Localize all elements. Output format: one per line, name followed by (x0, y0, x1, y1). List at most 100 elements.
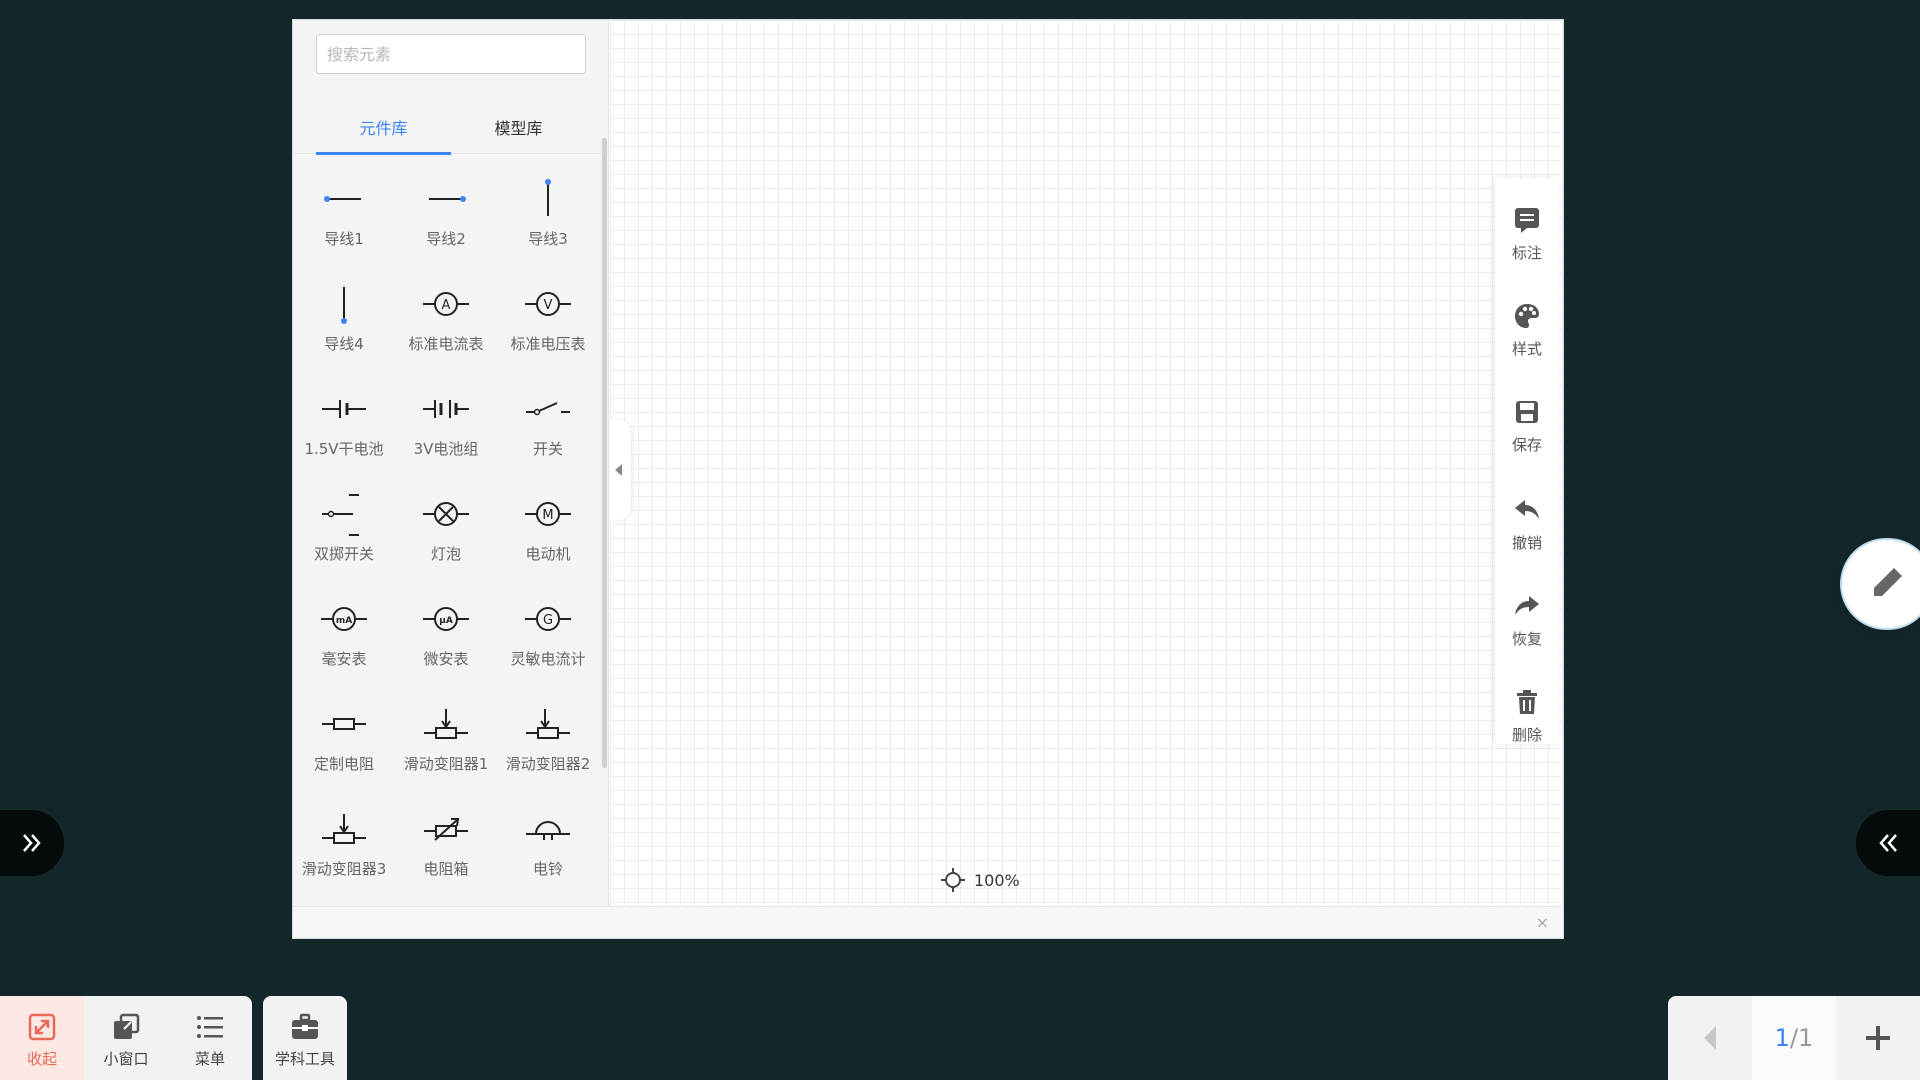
sidebar-collapse-toggle[interactable] (609, 420, 631, 520)
delete-label: 删除 (1511, 726, 1542, 744)
trash-icon (1517, 690, 1537, 714)
current-page: 1 (1774, 1024, 1790, 1052)
undo-label: 撤销 (1511, 534, 1542, 552)
component-rheostat-2[interactable]: 滑动变阻器2 (497, 685, 599, 785)
annotation-button[interactable]: 标注 (1495, 190, 1559, 270)
redo-button[interactable]: 恢复 (1495, 576, 1559, 656)
motor-icon: M (525, 502, 571, 526)
component-label: 电铃 (532, 860, 563, 878)
zoom-indicator[interactable]: 100% (940, 868, 1020, 892)
tab-model-library[interactable]: 模型库 (451, 104, 586, 154)
wire-right-dot-icon (429, 196, 466, 202)
plus-icon (1866, 1026, 1890, 1050)
rheostat-3-icon (322, 814, 366, 844)
drawing-canvas[interactable]: 100% (610, 20, 1563, 906)
pen-tool-button[interactable] (1842, 540, 1920, 628)
meter-symbol: G (543, 613, 553, 628)
component-label: 电动机 (525, 545, 571, 563)
meter-symbol: M (542, 508, 553, 523)
small-window-button[interactable]: 小窗口 (84, 996, 168, 1080)
meter-symbol: μA (439, 616, 453, 626)
component-wire-1[interactable]: 导线1 (293, 160, 395, 260)
save-icon (1516, 401, 1538, 423)
menu-icon (197, 1016, 223, 1038)
component-label: 灵敏电流计 (510, 650, 586, 668)
page-indicator: 1/1 (1752, 996, 1836, 1080)
toolbox-icon (292, 1013, 318, 1039)
component-rheostat-3[interactable]: 滑动变阻器3 (293, 790, 395, 890)
component-milliammeter[interactable]: mA 毫安表 (293, 580, 395, 680)
menu-label: 菜单 (194, 1050, 225, 1068)
right-toolbar: 标注 样式 保存 撤销 恢复 删除 (1495, 178, 1559, 744)
close-icon[interactable]: × (1536, 913, 1549, 932)
component-battery[interactable]: 1.5V干电池 (293, 370, 395, 470)
total-pages: /1 (1789, 1024, 1814, 1052)
double-chevron-right-icon (23, 834, 41, 852)
annotation-icon (1515, 208, 1539, 233)
tab-component-library[interactable]: 元件库 (316, 104, 451, 155)
expand-right-button[interactable] (1856, 810, 1920, 876)
add-page-button[interactable] (1836, 996, 1920, 1080)
resistance-box-icon (424, 818, 468, 841)
component-rheostat-1[interactable]: 滑动变阻器1 (395, 685, 497, 785)
component-voltmeter[interactable]: V 标准电压表 (497, 265, 599, 365)
component-double-throw-switch[interactable]: 双掷开关 (293, 475, 395, 575)
component-label: 滑动变阻器2 (505, 755, 591, 773)
voltmeter-icon: V (525, 292, 571, 316)
undo-icon (1515, 500, 1539, 519)
redo-icon (1515, 596, 1539, 615)
delete-button[interactable]: 删除 (1495, 672, 1559, 752)
undo-button[interactable]: 撤销 (1495, 480, 1559, 560)
collapse-button[interactable]: 收起 (0, 996, 84, 1080)
component-wire-3[interactable]: 导线3 (497, 160, 599, 260)
component-label: 标准电压表 (510, 335, 586, 353)
ammeter-icon: A (423, 292, 469, 316)
component-grid: 导线1 导线2 导线3 导线4 A 标准电流表 V 标准电压表 1.5V干电池 … (293, 160, 593, 900)
pen-icon (1874, 568, 1902, 596)
save-button[interactable]: 保存 (1495, 382, 1559, 462)
collapse-label: 收起 (26, 1050, 57, 1068)
menu-button[interactable]: 菜单 (168, 996, 252, 1080)
component-microammeter[interactable]: μA 微安表 (395, 580, 497, 680)
subject-tools-dock: 学科工具 (263, 996, 347, 1080)
component-lamp[interactable]: 灯泡 (395, 475, 497, 575)
meter-symbol: A (442, 298, 451, 313)
redo-label: 恢复 (1511, 630, 1542, 648)
milliammeter-icon: mA (321, 607, 367, 631)
save-label: 保存 (1511, 436, 1542, 454)
bottom-dock: 收起 小窗口 菜单 (0, 996, 252, 1080)
component-resistance-box[interactable]: 电阻箱 (395, 790, 497, 890)
component-ammeter[interactable]: A 标准电流表 (395, 265, 497, 365)
component-switch[interactable]: 开关 (497, 370, 599, 470)
double-throw-switch-icon (322, 494, 359, 536)
component-bell[interactable]: 电铃 (497, 790, 599, 890)
previous-page-button[interactable] (1668, 996, 1752, 1080)
collapse-icon (28, 1013, 56, 1041)
double-chevron-left-icon (1879, 834, 1897, 852)
resistor-icon (322, 718, 366, 730)
expand-left-button[interactable] (0, 810, 64, 876)
circuit-board-window: 元件库 模型库 导线1 导线2 导线3 导线4 A (293, 20, 1563, 938)
style-label: 样式 (1511, 340, 1542, 358)
sidebar-scrollbar[interactable] (602, 138, 607, 768)
style-button[interactable]: 样式 (1495, 286, 1559, 366)
component-resistor[interactable]: 定制电阻 (293, 685, 395, 785)
rheostat-2-icon (526, 709, 570, 739)
galvanometer-icon: G (525, 607, 571, 631)
search-input[interactable] (316, 34, 586, 74)
rheostat-1-icon (424, 709, 468, 739)
component-battery-pack[interactable]: 3V电池组 (395, 370, 497, 470)
battery-pack-icon (423, 400, 469, 418)
meter-symbol: mA (336, 616, 352, 626)
component-motor[interactable]: M 电动机 (497, 475, 599, 575)
component-sidebar: 元件库 模型库 导线1 导线2 导线3 导线4 A (293, 20, 609, 906)
page-navigator: 1/1 (1668, 996, 1920, 1080)
component-wire-2[interactable]: 导线2 (395, 160, 497, 260)
small-window-label: 小窗口 (103, 1050, 149, 1068)
meter-symbol: V (544, 298, 553, 313)
component-wire-4[interactable]: 导线4 (293, 265, 395, 365)
microammeter-icon: μA (423, 607, 469, 631)
component-galvanometer[interactable]: G 灵敏电流计 (497, 580, 599, 680)
bell-icon (526, 821, 570, 840)
subject-tools-button[interactable]: 学科工具 (263, 996, 347, 1080)
